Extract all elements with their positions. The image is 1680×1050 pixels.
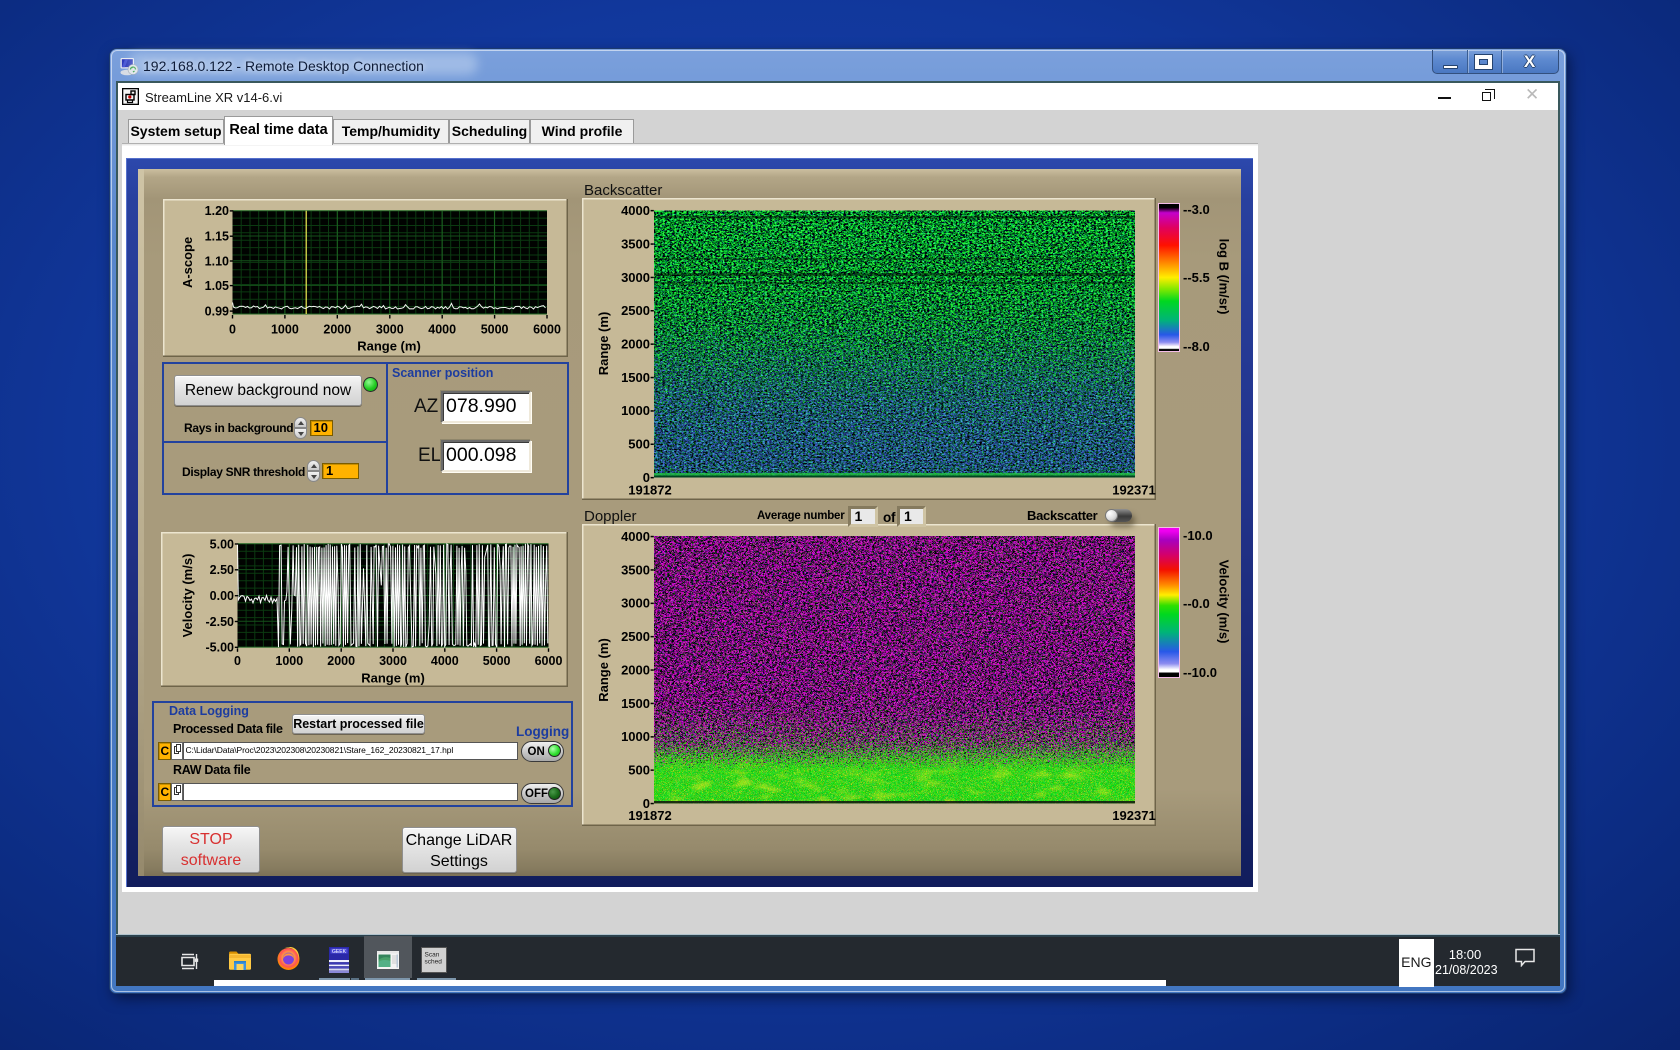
svg-text:192371: 192371: [1112, 482, 1155, 497]
svg-text:3000: 3000: [621, 269, 650, 284]
svg-text:-5.00: -5.00: [205, 640, 234, 654]
svg-text:Range (m): Range (m): [361, 670, 425, 685]
svg-text:3000: 3000: [621, 596, 650, 611]
svg-text:Velocity (m/s): Velocity (m/s): [180, 553, 195, 637]
svg-text:191872: 191872: [628, 482, 671, 497]
svg-text:3500: 3500: [621, 236, 650, 251]
svg-text:GEEK: GEEK: [332, 949, 347, 955]
svg-text:4000: 4000: [621, 203, 650, 218]
svg-text:3500: 3500: [621, 562, 650, 577]
svg-text:191872: 191872: [628, 808, 671, 823]
svg-text:0.00: 0.00: [209, 589, 233, 603]
svg-text:0.99: 0.99: [205, 304, 229, 318]
svg-text:192371: 192371: [1112, 808, 1155, 823]
svg-text:sched: sched: [425, 959, 443, 966]
svg-text:2.50: 2.50: [209, 563, 233, 577]
svg-text:1.05: 1.05: [205, 279, 229, 293]
svg-text:2000: 2000: [327, 653, 355, 667]
svg-text:2500: 2500: [621, 303, 650, 318]
svg-text:1000: 1000: [275, 653, 303, 667]
svg-text:1.10: 1.10: [205, 254, 229, 268]
svg-text:4000: 4000: [621, 529, 650, 544]
svg-text:2000: 2000: [621, 336, 650, 351]
svg-text:2500: 2500: [621, 629, 650, 644]
svg-text:1000: 1000: [621, 403, 650, 418]
svg-text:1.15: 1.15: [205, 230, 229, 244]
svg-text:1000: 1000: [621, 729, 650, 744]
svg-text:3000: 3000: [379, 653, 407, 667]
svg-text:5000: 5000: [482, 653, 510, 667]
svg-text:3000: 3000: [376, 323, 404, 337]
svg-text:2000: 2000: [323, 323, 351, 337]
svg-text:2000: 2000: [621, 662, 650, 677]
svg-text:4000: 4000: [428, 323, 456, 337]
svg-text:4000: 4000: [430, 653, 458, 667]
svg-text:1500: 1500: [621, 696, 650, 711]
svg-text:Scan: Scan: [425, 952, 440, 959]
svg-text:6000: 6000: [534, 653, 562, 667]
svg-text:500: 500: [628, 763, 650, 778]
svg-text:A-scope: A-scope: [180, 237, 195, 288]
svg-text:1500: 1500: [621, 369, 650, 384]
svg-text:5000: 5000: [481, 323, 509, 337]
svg-text:5.00: 5.00: [209, 537, 233, 551]
svg-text:Range (m): Range (m): [357, 339, 421, 354]
svg-text:0: 0: [234, 653, 241, 667]
svg-text:0: 0: [229, 323, 236, 337]
svg-text:Range (m): Range (m): [596, 638, 611, 702]
svg-text:1000: 1000: [271, 323, 299, 337]
svg-text:Range (m): Range (m): [596, 311, 611, 375]
svg-text:1.20: 1.20: [205, 204, 229, 218]
svg-text:-2.50: -2.50: [205, 614, 234, 628]
svg-text:500: 500: [628, 436, 650, 451]
svg-text:6000: 6000: [533, 323, 561, 337]
